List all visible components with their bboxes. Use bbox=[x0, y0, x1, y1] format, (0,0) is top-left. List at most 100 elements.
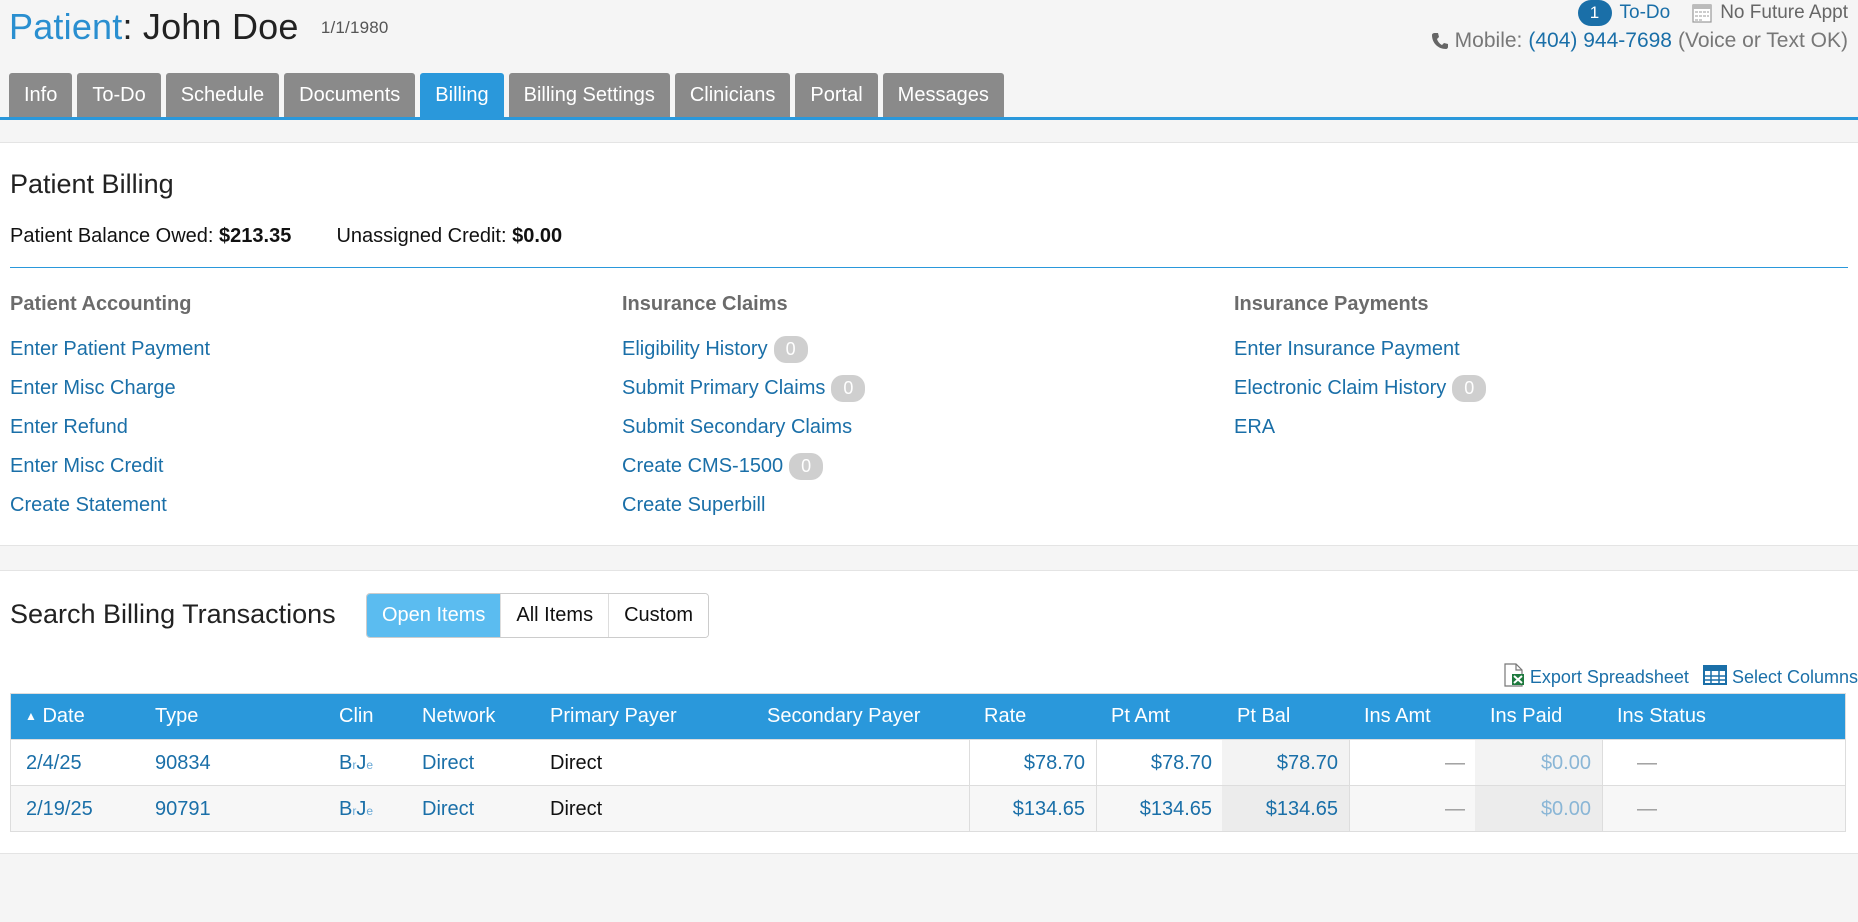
mobile-note: (Voice or Text OK) bbox=[1677, 29, 1848, 52]
column-header-type[interactable]: Type bbox=[155, 694, 198, 739]
patient-billing-panel: Patient Billing Patient Balance Owed: $2… bbox=[0, 142, 1858, 546]
balance-label: Patient Balance Owed: bbox=[10, 225, 214, 247]
tab-billing-settings[interactable]: Billing Settings bbox=[508, 73, 670, 118]
filter-all-items[interactable]: All Items bbox=[500, 594, 609, 637]
row-pt-amt[interactable]: $78.70 bbox=[1151, 740, 1212, 786]
column-header-ins-amt[interactable]: Ins Amt bbox=[1364, 694, 1431, 739]
row-ins-status: — bbox=[1637, 752, 1657, 774]
table-row[interactable]: 2/4/25 90834 BrJe Direct Direct $78.70 $… bbox=[11, 739, 1845, 785]
row-rate[interactable]: $78.70 bbox=[1024, 740, 1085, 786]
electronic-claim-history-link[interactable]: Electronic Claim History 0 bbox=[1234, 369, 1487, 408]
columns-grid-icon bbox=[1702, 665, 1727, 690]
column-header-ins-paid[interactable]: Ins Paid bbox=[1490, 694, 1562, 739]
search-title: Search Billing Transactions bbox=[10, 599, 336, 629]
row-date[interactable]: 2/19/25 bbox=[26, 786, 93, 832]
mobile-label: Mobile: bbox=[1454, 29, 1523, 52]
row-clinician[interactable]: BrJe bbox=[339, 740, 373, 788]
enter-misc-charge-link[interactable]: Enter Misc Charge bbox=[10, 369, 210, 408]
row-ins-paid: $0.00 bbox=[1540, 798, 1591, 820]
sort-ascending-icon: ▲ bbox=[25, 709, 37, 723]
balance-value: $213.35 bbox=[219, 225, 292, 247]
transactions-table: ▲ Date Type Clin Network Primary Payer S… bbox=[10, 693, 1846, 832]
column-header-rate[interactable]: Rate bbox=[984, 694, 1026, 739]
era-link[interactable]: ERA bbox=[1234, 408, 1486, 447]
enter-insurance-payment-link[interactable]: Enter Insurance Payment bbox=[1234, 330, 1486, 369]
count-badge: 0 bbox=[773, 336, 808, 363]
enter-misc-credit-link[interactable]: Enter Misc Credit bbox=[10, 447, 210, 486]
row-pt-bal[interactable]: $78.70 bbox=[1277, 740, 1338, 786]
tab-underline bbox=[0, 117, 1858, 120]
row-pt-bal[interactable]: $134.65 bbox=[1266, 786, 1338, 832]
row-ins-paid: $0.00 bbox=[1540, 752, 1591, 774]
row-ins-status: — bbox=[1637, 798, 1657, 820]
header-status: 1 To-Do No Future Appt Mobile: (404) 944… bbox=[1431, 0, 1848, 53]
patient-tabs: Info To-Do Schedule Documents Billing Bi… bbox=[9, 73, 1004, 118]
column-heading: Insurance Payments bbox=[1234, 293, 1429, 315]
create-superbill-link[interactable]: Create Superbill bbox=[622, 486, 865, 525]
column-heading: Patient Accounting bbox=[10, 293, 192, 315]
column-header-network[interactable]: Network bbox=[422, 694, 495, 739]
mobile-number-link[interactable]: (404) 944-7698 bbox=[1528, 29, 1672, 53]
column-header-pt-bal[interactable]: Pt Bal bbox=[1237, 694, 1290, 739]
patient-label: Patient bbox=[9, 6, 123, 47]
title-colon: : bbox=[122, 6, 133, 47]
tab-schedule[interactable]: Schedule bbox=[165, 73, 280, 118]
create-cms-1500-link[interactable]: Create CMS-1500 0 bbox=[622, 447, 865, 486]
phone-icon bbox=[1431, 32, 1449, 50]
table-tools: Export Spreadsheet Select Columns bbox=[1503, 663, 1858, 692]
column-header-secondary-payer[interactable]: Secondary Payer bbox=[767, 694, 920, 739]
tab-documents[interactable]: Documents bbox=[284, 73, 416, 118]
search-transactions-panel: Search Billing Transactions Open Items A… bbox=[0, 570, 1858, 854]
patient-name: John Doe bbox=[142, 6, 299, 47]
row-pt-amt[interactable]: $134.65 bbox=[1140, 786, 1212, 832]
column-header-clin[interactable]: Clin bbox=[339, 694, 373, 739]
submit-secondary-claims-link[interactable]: Submit Secondary Claims bbox=[622, 408, 865, 447]
count-badge: 0 bbox=[1452, 375, 1487, 402]
row-type[interactable]: 90791 bbox=[155, 786, 211, 832]
create-statement-link[interactable]: Create Statement bbox=[10, 486, 210, 525]
count-badge: 0 bbox=[831, 375, 866, 402]
todo-count-badge[interactable]: 1 bbox=[1577, 0, 1612, 26]
tab-todo[interactable]: To-Do bbox=[77, 73, 161, 118]
tab-info[interactable]: Info bbox=[9, 73, 73, 118]
row-network[interactable]: Direct bbox=[422, 740, 474, 786]
page-title: Patient: John Doe 1/1/1980 bbox=[9, 6, 389, 48]
tab-portal[interactable]: Portal bbox=[795, 73, 878, 118]
table-row[interactable]: 2/19/25 90791 BrJe Direct Direct $134.65… bbox=[11, 785, 1845, 831]
credit-value: $0.00 bbox=[512, 225, 563, 247]
enter-patient-payment-link[interactable]: Enter Patient Payment bbox=[10, 330, 210, 369]
row-clinician[interactable]: BrJe bbox=[339, 786, 373, 834]
calendar-icon bbox=[1692, 3, 1712, 23]
row-rate[interactable]: $134.65 bbox=[1013, 786, 1085, 832]
column-header-ins-status[interactable]: Ins Status bbox=[1617, 694, 1706, 739]
insurance-claims-column: Insurance Claims Eligibility History 0 Su… bbox=[622, 293, 866, 525]
eligibility-history-link[interactable]: Eligibility History 0 bbox=[622, 330, 865, 369]
divider bbox=[10, 267, 1848, 268]
spreadsheet-icon bbox=[1503, 663, 1525, 692]
appt-status: No Future Appt bbox=[1720, 2, 1848, 23]
tab-clinicians[interactable]: Clinicians bbox=[674, 73, 791, 118]
patient-dob: 1/1/1980 bbox=[320, 18, 389, 37]
todo-link[interactable]: To-Do bbox=[1620, 2, 1671, 24]
tab-messages[interactable]: Messages bbox=[882, 73, 1004, 118]
row-type[interactable]: 90834 bbox=[155, 740, 211, 786]
column-header-date[interactable]: ▲ Date bbox=[25, 694, 85, 739]
row-network[interactable]: Direct bbox=[422, 786, 474, 832]
credit-label: Unassigned Credit: bbox=[336, 225, 507, 247]
filter-open-items[interactable]: Open Items bbox=[367, 594, 501, 637]
export-spreadsheet-button[interactable]: Export Spreadsheet bbox=[1503, 663, 1689, 692]
filter-custom[interactable]: Custom bbox=[608, 594, 708, 637]
insurance-payments-column: Insurance Payments Enter Insurance Payme… bbox=[1234, 293, 1487, 447]
column-header-pt-amt[interactable]: Pt Amt bbox=[1111, 694, 1170, 739]
row-date[interactable]: 2/4/25 bbox=[26, 740, 82, 786]
row-primary-payer: Direct bbox=[550, 752, 603, 774]
column-header-primary-payer[interactable]: Primary Payer bbox=[550, 694, 677, 739]
select-columns-button[interactable]: Select Columns bbox=[1702, 665, 1858, 690]
row-primary-payer: Direct bbox=[550, 798, 603, 820]
submit-primary-claims-link[interactable]: Submit Primary Claims 0 bbox=[622, 369, 866, 408]
enter-refund-link[interactable]: Enter Refund bbox=[10, 408, 210, 447]
billing-title: Patient Billing bbox=[10, 169, 174, 199]
table-header: ▲ Date Type Clin Network Primary Payer S… bbox=[11, 694, 1845, 739]
row-ins-amt: — bbox=[1445, 798, 1465, 820]
tab-billing[interactable]: Billing bbox=[420, 73, 504, 118]
